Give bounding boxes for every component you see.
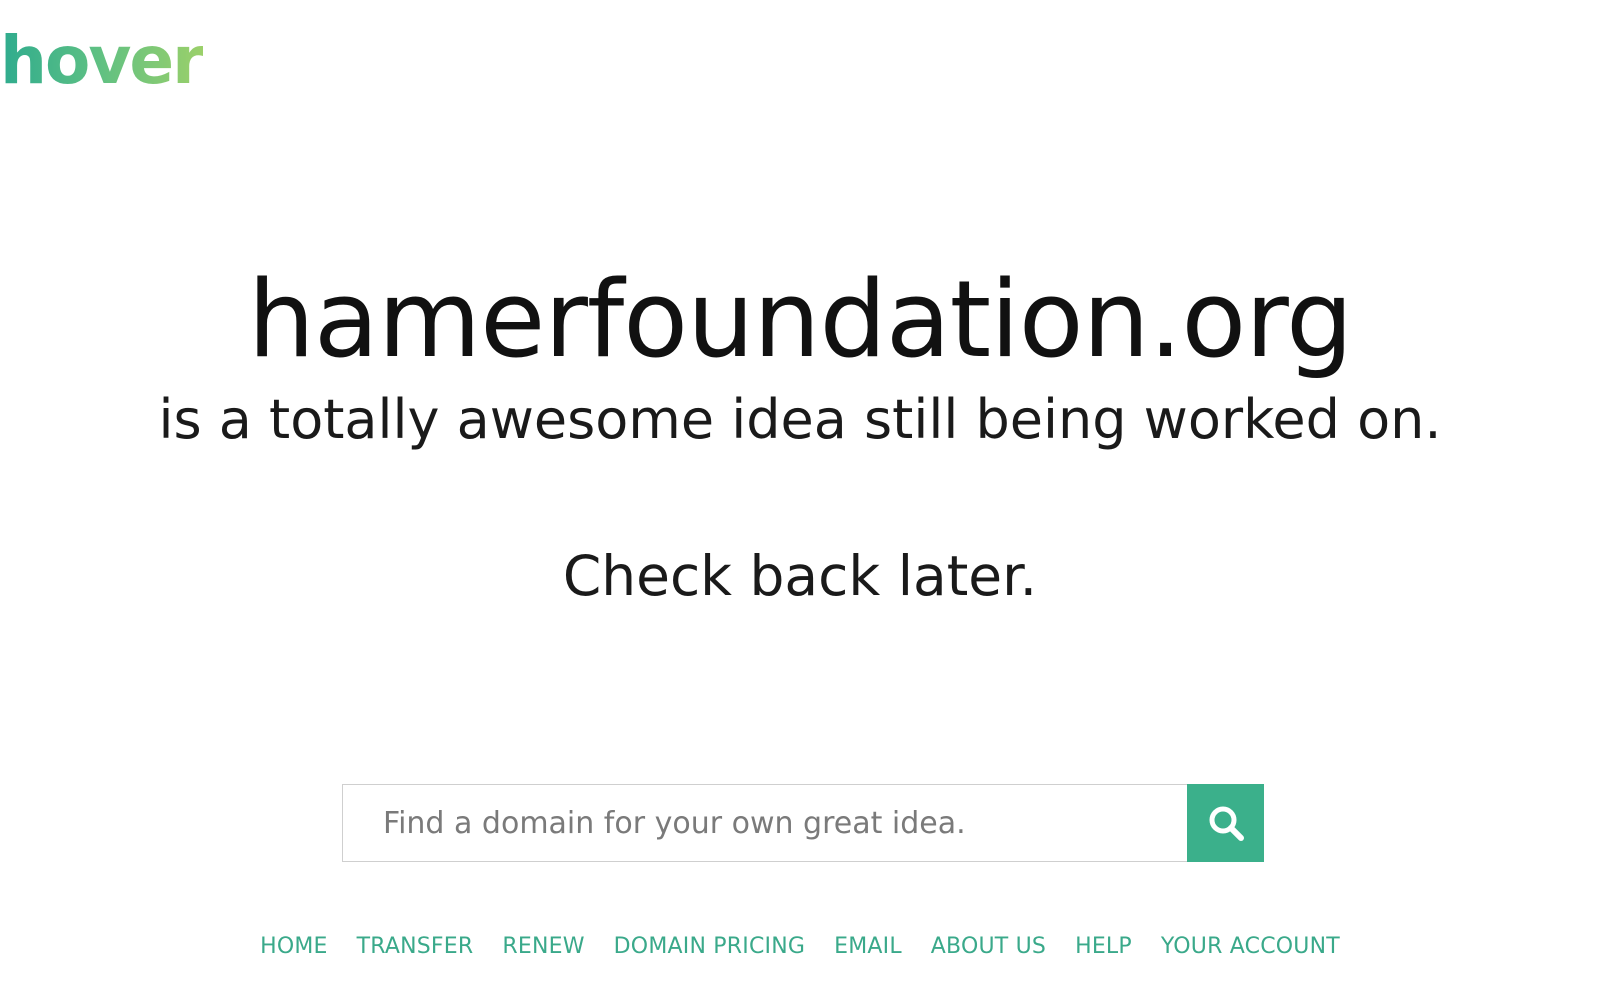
- search-button[interactable]: [1187, 784, 1264, 862]
- domain-title: hamerfoundation.org: [247, 258, 1354, 381]
- search-icon: [1209, 806, 1244, 841]
- footer-link-your-account[interactable]: YOUR ACCOUNT: [1161, 934, 1340, 959]
- footer-link-renew[interactable]: RENEW: [502, 934, 584, 959]
- domain-search-input[interactable]: [342, 784, 1187, 862]
- tagline: is a totally awesome idea still being wo…: [158, 388, 1442, 451]
- domain-search-form: [342, 784, 1264, 862]
- check-back-message: Check back later.: [562, 544, 1038, 608]
- footer-nav: HOME TRANSFER RENEW DOMAIN PRICING EMAIL…: [0, 934, 1600, 960]
- hover-logo[interactable]: hover: [0, 28, 205, 94]
- footer-link-domain-pricing[interactable]: DOMAIN PRICING: [614, 934, 805, 959]
- page: hover hamerfoundation.org is a totally a…: [0, 0, 1600, 1000]
- footer-link-help[interactable]: HELP: [1075, 934, 1132, 959]
- footer-link-about-us[interactable]: ABOUT US: [931, 934, 1046, 959]
- footer-link-home[interactable]: HOME: [260, 934, 328, 959]
- footer-link-transfer[interactable]: TRANSFER: [357, 934, 474, 959]
- footer-link-email[interactable]: EMAIL: [834, 934, 902, 959]
